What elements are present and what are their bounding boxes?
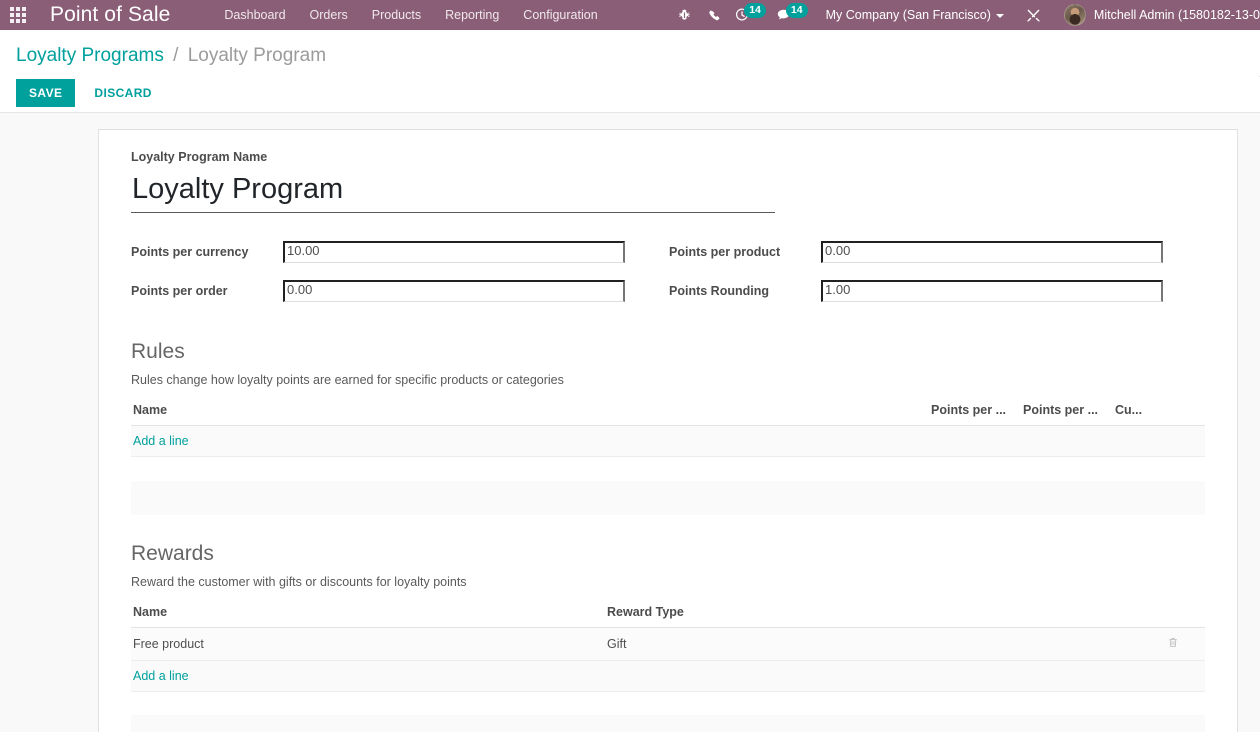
points-per-product-input[interactable] [821, 241, 1163, 263]
rules-table-header-row: Name Points per ... Points per ... Cu... [131, 403, 1205, 426]
rules-col-cumulative: Cu... [1113, 403, 1165, 426]
breadcrumb: Loyalty Programs / Loyalty Program [16, 30, 1244, 69]
loyalty-program-name-label: Loyalty Program Name [131, 150, 268, 164]
rules-filler-row [131, 480, 1205, 515]
rules-col-points-per-1: Points per ... [929, 403, 1021, 426]
user-menu[interactable]: Mitchell Admin (1580182-13-0 [1054, 4, 1260, 26]
company-name: My Company (San Francisco) [825, 8, 991, 22]
discard-button[interactable]: DISCARD [81, 79, 164, 107]
main-menu: Dashboard Orders Products Reporting Conf… [212, 0, 609, 30]
menu-item-configuration[interactable]: Configuration [511, 0, 609, 30]
points-per-product-label: Points per product [669, 245, 781, 259]
points-per-currency-input[interactable] [283, 241, 625, 263]
rewards-table-header-row: Name Reward Type [131, 604, 1205, 628]
apps-grid-glyph [10, 7, 26, 23]
rewards-subtitle: Reward the customer with gifts or discou… [131, 574, 467, 589]
form-page-background: Loyalty Program Name Points per currency… [0, 113, 1260, 732]
rewards-title: Rewards [131, 541, 214, 565]
bug-icon[interactable] [669, 0, 699, 30]
breadcrumb-separator: / [173, 45, 179, 66]
rules-section: Rules Rules change how loyalty points ar… [131, 339, 1205, 515]
rules-add-line-row[interactable]: Add a line [131, 425, 1205, 457]
form-sheet: Loyalty Program Name Points per currency… [98, 129, 1238, 732]
navbar-right-tools: 14 14 My Company (San Francisco) Mitchel… [669, 0, 1260, 30]
table-row[interactable]: Free product Gift [131, 627, 1205, 661]
messages-count-badge: 14 [785, 2, 808, 18]
company-switcher[interactable]: My Company (San Francisco) [812, 0, 1014, 30]
rules-col-actions [1165, 403, 1205, 426]
rewards-col-actions [1165, 604, 1205, 628]
rules-col-name: Name [131, 403, 929, 426]
reward-row-type[interactable]: Gift [605, 627, 1165, 661]
menu-item-orders[interactable]: Orders [298, 0, 360, 30]
settings-fields: Points per currency Points per order Poi… [131, 235, 1205, 313]
top-navbar: Point of Sale Dashboard Orders Products … [0, 0, 1260, 30]
field-points-rounding: Points Rounding [669, 274, 1163, 302]
trash-icon[interactable] [1167, 637, 1179, 652]
field-points-per-currency: Points per currency [131, 235, 625, 263]
debug-tools-icon[interactable] [1014, 0, 1054, 30]
field-points-per-product: Points per product [669, 235, 1163, 263]
rewards-col-reward-type: Reward Type [605, 604, 1165, 628]
points-per-order-input[interactable] [283, 280, 625, 302]
rewards-filler-row [131, 715, 1205, 732]
apps-grid-icon[interactable] [0, 0, 36, 30]
rewards-section: Rewards Reward the customer with gifts o… [131, 541, 1205, 732]
points-per-currency-label: Points per currency [131, 245, 249, 259]
breadcrumb-item-loyalty-programs[interactable]: Loyalty Programs [16, 45, 164, 66]
avatar [1063, 4, 1086, 26]
breadcrumb-item-current: Loyalty Program [187, 45, 327, 66]
user-name: Mitchell Admin (1580182-13-0 [1093, 8, 1260, 22]
rules-spacer-row [131, 456, 1205, 481]
rewards-table: Name Reward Type Free product Gift Add a… [131, 604, 1205, 732]
menu-item-reporting[interactable]: Reporting [433, 0, 511, 30]
app-brand-title[interactable]: Point of Sale [36, 3, 178, 27]
rewards-add-a-line-button[interactable]: Add a line [133, 669, 189, 683]
settings-fields-left: Points per currency Points per order [131, 235, 625, 313]
form-action-buttons: SAVE DISCARD [16, 79, 1244, 107]
rewards-spacer-row [131, 691, 1205, 715]
settings-fields-right: Points per product Points Rounding [669, 235, 1163, 313]
activity-count-badge: 14 [744, 2, 766, 18]
control-panel: Loyalty Programs / Loyalty Program SAVE … [0, 30, 1260, 113]
rewards-col-name: Name [131, 604, 605, 628]
points-rounding-label: Points Rounding [669, 284, 769, 298]
loyalty-program-name-wrap [131, 171, 775, 213]
points-per-order-label: Points per order [131, 284, 228, 298]
loyalty-program-name-input[interactable] [131, 171, 775, 213]
rules-col-points-per-2: Points per ... [1021, 403, 1113, 426]
chevron-down-icon [995, 13, 1004, 18]
phone-icon[interactable] [699, 0, 729, 30]
rules-add-a-line-button[interactable]: Add a line [133, 434, 189, 448]
rules-title: Rules [131, 340, 185, 363]
reward-row-name[interactable]: Free product [131, 627, 605, 661]
messages-icon[interactable]: 14 [770, 0, 812, 30]
rewards-add-line-row[interactable]: Add a line [131, 660, 1205, 692]
menu-item-dashboard[interactable]: Dashboard [212, 0, 297, 30]
points-rounding-input[interactable] [821, 280, 1163, 302]
activity-clock-icon[interactable]: 14 [729, 0, 770, 30]
save-button[interactable]: SAVE [16, 79, 76, 107]
field-points-per-order: Points per order [131, 274, 625, 302]
menu-item-products[interactable]: Products [360, 0, 433, 30]
rules-table: Name Points per ... Points per ... Cu...… [131, 403, 1205, 515]
rules-subtitle: Rules change how loyalty points are earn… [131, 373, 564, 387]
